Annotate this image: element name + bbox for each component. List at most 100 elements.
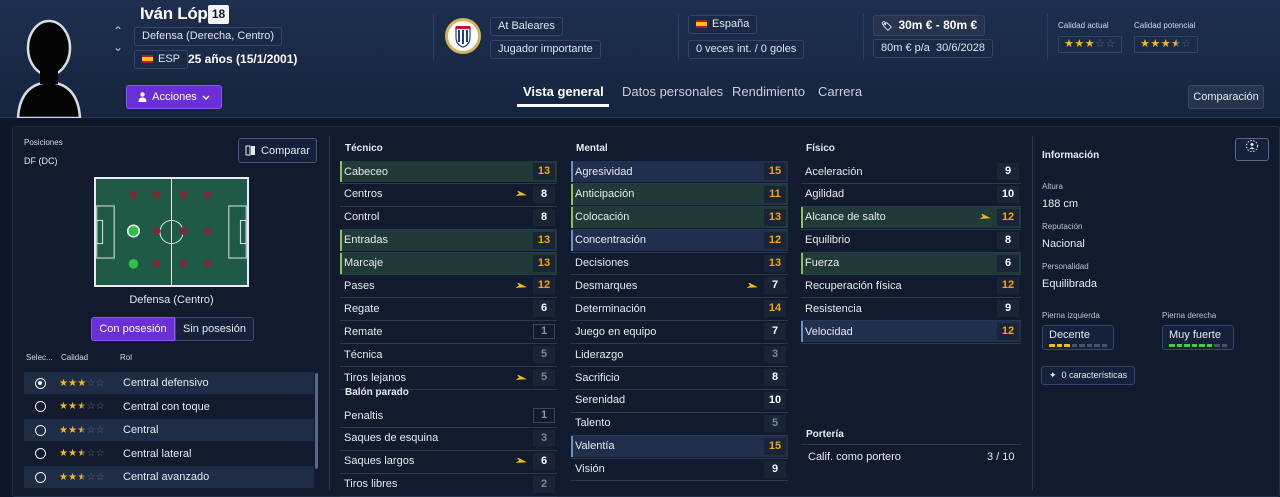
attribute-value: 11 <box>764 185 786 203</box>
attribute-row[interactable]: Colocación 13 <box>571 206 788 228</box>
divider <box>329 136 330 490</box>
attribute-row[interactable]: Marcaje 13 <box>340 252 557 274</box>
attribute-name: Tiros libres <box>344 478 398 491</box>
attribute-row[interactable]: Agilidad 10 <box>801 184 1021 205</box>
tab-performance[interactable]: Rendimiento <box>732 84 805 99</box>
attribute-row[interactable]: Decisiones 13 <box>571 253 788 274</box>
attribute-name: Entradas <box>344 234 389 247</box>
in-possession-toggle[interactable]: Con posesión <box>91 317 175 341</box>
role-quality-stars: ★★★☆☆ <box>59 424 105 436</box>
role-quality-stars: ★★★☆☆ <box>59 377 105 389</box>
attribute-row[interactable]: Saques de esquina 3 <box>340 428 557 449</box>
attribute-row[interactable]: Determinación 14 <box>571 298 788 319</box>
attribute-row[interactable]: Penaltis 1 <box>340 405 557 426</box>
attribute-row[interactable]: Fuerza 6 <box>801 252 1021 274</box>
attribute-name: Equilibrio <box>805 234 851 247</box>
traits-button[interactable]: ✦ 0 características <box>1041 366 1136 385</box>
attribute-row[interactable]: Alcance de salto 12 <box>801 206 1021 228</box>
attribute-row[interactable]: Recuperación física 12 <box>801 275 1021 296</box>
previous-player-icon[interactable]: ⌃ <box>113 24 123 38</box>
attribute-row[interactable]: Resistencia 9 <box>801 298 1021 319</box>
role-radio[interactable] <box>35 424 46 436</box>
role-row[interactable]: ★★★☆☆ Central con toque <box>24 396 314 418</box>
compare-label: Comparar <box>261 144 310 157</box>
attribute-row[interactable]: Saques largos 6 <box>340 451 557 472</box>
attribute-row[interactable]: Entradas 13 <box>340 229 557 251</box>
nationality-pill[interactable]: ESP <box>134 50 189 69</box>
attribute-row[interactable]: Anticipación 11 <box>571 183 788 205</box>
role-radio[interactable] <box>35 401 46 412</box>
attribute-value: 3 <box>533 429 555 447</box>
attribute-row[interactable]: Remate 1 <box>340 321 557 342</box>
attribute-name: Resistencia <box>805 302 862 315</box>
roles-scrollbar[interactable] <box>315 373 318 469</box>
personality-label: Personalidad <box>1042 262 1089 271</box>
attribute-row[interactable]: Técnica 5 <box>340 344 557 365</box>
attribute-row[interactable]: Tiros lejanos 5 <box>340 367 557 388</box>
attribute-value: 9 <box>764 460 786 478</box>
role-radio[interactable] <box>35 448 46 459</box>
level-segment <box>1199 344 1205 347</box>
attribute-row[interactable]: Tiros libres 2 <box>340 474 557 495</box>
attribute-name: Visión <box>575 463 605 476</box>
club-name[interactable]: At Baleares <box>490 17 563 36</box>
attribute-row[interactable]: Juego en equipo 7 <box>571 321 788 342</box>
transfer-value[interactable]: 🏷 30m € - 80m € <box>873 15 986 36</box>
attribute-row[interactable]: Desmarques 7 <box>571 275 788 296</box>
attribute-row[interactable]: Talento 5 <box>571 413 788 434</box>
info-settings-button[interactable] <box>1235 138 1269 161</box>
attribute-name: Concentración <box>575 234 646 247</box>
player-age: 25 años (15/1/2001) <box>188 52 298 66</box>
tab-career[interactable]: Carrera <box>818 84 862 99</box>
country-pill[interactable]: España <box>688 15 758 34</box>
attribute-row[interactable]: Agresividad 15 <box>571 161 788 182</box>
tab-overview[interactable]: Vista general <box>523 84 604 99</box>
club-crest-icon[interactable] <box>445 18 481 54</box>
attribute-value: 12 <box>997 323 1019 341</box>
attribute-name: Fuerza <box>805 257 840 270</box>
next-player-icon[interactable]: ⌄ <box>113 40 123 54</box>
attribute-row[interactable]: Cabeceo 13 <box>340 161 557 182</box>
attribute-row[interactable]: Regate 6 <box>340 298 557 319</box>
role-row[interactable]: ★★★☆☆ Central defensivo <box>24 372 314 394</box>
divider <box>863 14 864 60</box>
role-row[interactable]: ★★★☆☆ Central avanzado <box>24 466 314 488</box>
attribute-name: Sacrificio <box>575 371 620 384</box>
attribute-row[interactable]: Velocidad 12 <box>801 321 1021 343</box>
attribute-row[interactable]: Sacrificio 8 <box>571 367 788 388</box>
role-radio[interactable] <box>35 471 46 483</box>
position-pitch[interactable] <box>94 177 249 287</box>
attribute-row[interactable]: Visión 9 <box>571 459 788 480</box>
attribute-row[interactable]: Concentración 12 <box>571 229 788 251</box>
attribute-row[interactable]: Centros 8 <box>340 184 557 205</box>
out-of-possession-toggle[interactable]: Sin posesión <box>175 317 254 341</box>
role-radio[interactable] <box>35 377 46 389</box>
comparison-button[interactable]: Comparación <box>1188 85 1264 109</box>
actions-button[interactable]: Acciones <box>126 85 222 109</box>
person-icon <box>138 92 147 102</box>
tab-personal-details[interactable]: Datos personales <box>622 84 723 99</box>
divider <box>1047 14 1048 60</box>
key-attribute-arrow-icon <box>515 456 527 466</box>
left-foot-rating: Decente <box>1042 325 1114 350</box>
compare-button[interactable]: Comparar <box>238 138 317 163</box>
attribute-row[interactable]: Serenidad 10 <box>571 390 788 411</box>
attribute-row[interactable]: Control 8 <box>340 207 557 228</box>
contract-pill[interactable]: 80m € p/a 30/6/2028 <box>873 39 993 58</box>
role-quality-stars: ★★★☆☆ <box>59 401 105 412</box>
role-row[interactable]: ★★★☆☆ Central lateral <box>24 443 314 465</box>
role-quality-stars: ★★★☆☆ <box>59 471 105 483</box>
attribute-row[interactable]: Pases 12 <box>340 275 557 296</box>
attribute-value: 15 <box>764 163 786 180</box>
key-attribute-arrow-icon <box>746 281 758 291</box>
attribute-row[interactable]: Equilibrio 8 <box>801 230 1021 251</box>
attribute-name: Aceleración <box>805 165 863 178</box>
attribute-row[interactable]: Aceleración 9 <box>801 161 1021 182</box>
role-row[interactable]: ★★★☆☆ Central <box>24 419 314 441</box>
attribute-row[interactable]: Valentía 15 <box>571 435 788 457</box>
roles-header-role: Rol <box>120 353 133 362</box>
level-segment <box>1221 344 1227 347</box>
row-divider <box>571 480 788 482</box>
attribute-row[interactable]: Liderazgo 3 <box>571 344 788 365</box>
position-pill[interactable]: Defensa (Derecha, Centro) <box>134 27 283 46</box>
